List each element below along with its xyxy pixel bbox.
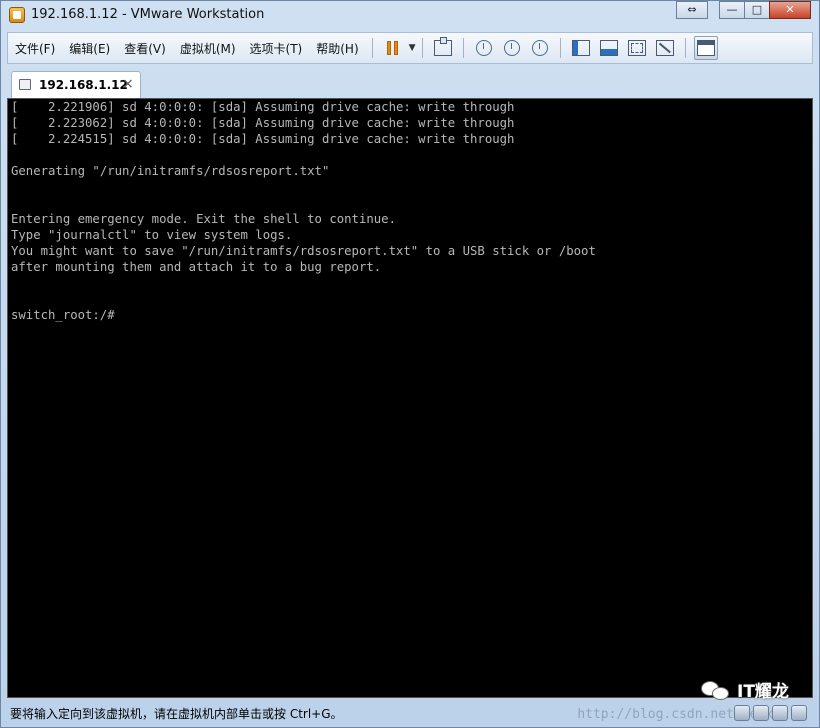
hard-disk-icon[interactable]	[734, 705, 750, 721]
wechat-icon	[701, 678, 731, 702]
toolbar-separator	[371, 38, 373, 58]
console-line: [ 2.223062] sd 4:0:0:0: [sda] Assuming d…	[11, 116, 515, 130]
view-options-icon	[696, 40, 715, 56]
pause-icon	[387, 41, 399, 55]
brand-text: IT耀龙	[737, 682, 789, 702]
menu-edit[interactable]: 编辑(E)	[62, 40, 117, 57]
vmware-app-icon[interactable]	[9, 7, 25, 23]
title-bar[interactable]: 192.168.1.12 - VMware Workstation ⇔ — □ …	[1, 1, 819, 29]
device-tray	[734, 705, 807, 721]
console-view-button[interactable]	[597, 36, 621, 60]
unity-button[interactable]	[653, 36, 677, 60]
close-button[interactable]: ✕	[769, 1, 811, 19]
snapshot-manager-button[interactable]	[528, 36, 552, 60]
send-ctrl-alt-del-icon	[433, 37, 452, 56]
menu-tabs[interactable]: 选项卡(T)	[243, 40, 310, 57]
maximize-button[interactable]: □	[744, 1, 770, 19]
branding-watermark: IT耀龙	[701, 677, 789, 702]
sidebar-icon	[571, 40, 590, 56]
usb-icon[interactable]	[772, 705, 788, 721]
vm-console[interactable]: [ 2.221906] sd 4:0:0:0: [sda] Assuming d…	[7, 98, 813, 698]
vmware-window: 192.168.1.12 - VMware Workstation ⇔ — □ …	[0, 0, 820, 728]
view-options-button[interactable]	[693, 36, 718, 60]
revert-snapshot-button[interactable]	[500, 36, 524, 60]
console-line: [ 2.221906] sd 4:0:0:0: [sda] Assuming d…	[11, 100, 515, 114]
console-line: Generating "/run/initramfs/rdsosreport.t…	[11, 164, 330, 178]
status-bar: 要将输入定向到该虚拟机，请在虚拟机内部单击或按 Ctrl+G。 http://b…	[7, 701, 813, 725]
toolbar-separator	[684, 38, 686, 58]
fullscreen-button[interactable]	[625, 36, 649, 60]
window-controls: ⇔ — □ ✕	[676, 1, 811, 21]
status-message: 要将输入定向到该虚拟机，请在虚拟机内部单击或按 Ctrl+G。	[10, 706, 343, 721]
show-sidebar-button[interactable]	[569, 36, 593, 60]
console-line: [ 2.224515] sd 4:0:0:0: [sda] Assuming d…	[11, 132, 515, 146]
power-dropdown-icon[interactable]: ▼	[409, 43, 416, 53]
toolbar-separator	[421, 38, 423, 58]
window-title: 192.168.1.12 - VMware Workstation	[31, 7, 265, 22]
restore-pane-button[interactable]: ⇔	[676, 1, 708, 19]
console-line: Type "journalctl" to view system logs.	[11, 228, 293, 242]
console-line: after mounting them and attach it to a b…	[11, 260, 382, 274]
menu-file[interactable]: 文件(F)	[8, 40, 62, 57]
fullscreen-icon	[627, 40, 646, 56]
menu-toolbar: 文件(F) 编辑(E) 查看(V) 虚拟机(M) 选项卡(T) 帮助(H) ▼	[7, 32, 813, 64]
snapshot-take-icon	[475, 40, 492, 56]
toolbar-separator	[462, 38, 464, 58]
network-adapter-icon[interactable]	[753, 705, 769, 721]
snapshot-revert-icon	[503, 40, 520, 56]
unity-icon	[655, 40, 674, 56]
menu-vm[interactable]: 虚拟机(M)	[173, 40, 243, 57]
menu-help[interactable]: 帮助(H)	[309, 40, 365, 57]
tab-close-icon[interactable]: ×	[122, 76, 134, 92]
vm-icon	[19, 79, 31, 90]
console-line: Entering emergency mode. Exit the shell …	[11, 212, 396, 226]
minimize-button[interactable]: —	[719, 1, 745, 19]
menu-view[interactable]: 查看(V)	[117, 40, 173, 57]
message-icon[interactable]	[791, 705, 807, 721]
vm-tab-strip: 192.168.1.12 ×	[7, 67, 813, 98]
snapshot-manager-icon	[531, 40, 548, 56]
toolbar-separator	[559, 38, 561, 58]
console-output: [ 2.221906] sd 4:0:0:0: [sda] Assuming d…	[11, 99, 596, 323]
pause-button[interactable]	[381, 36, 405, 60]
console-line: You might want to save "/run/initramfs/r…	[11, 244, 596, 258]
take-snapshot-button[interactable]	[472, 36, 496, 60]
send-ctrl-alt-del-button[interactable]	[431, 36, 455, 60]
shell-prompt: switch_root:/#	[11, 308, 115, 322]
console-view-icon	[599, 40, 618, 56]
tab-vm-192-168-1-12[interactable]: 192.168.1.12 ×	[11, 71, 141, 98]
tab-label: 192.168.1.12	[39, 78, 128, 92]
